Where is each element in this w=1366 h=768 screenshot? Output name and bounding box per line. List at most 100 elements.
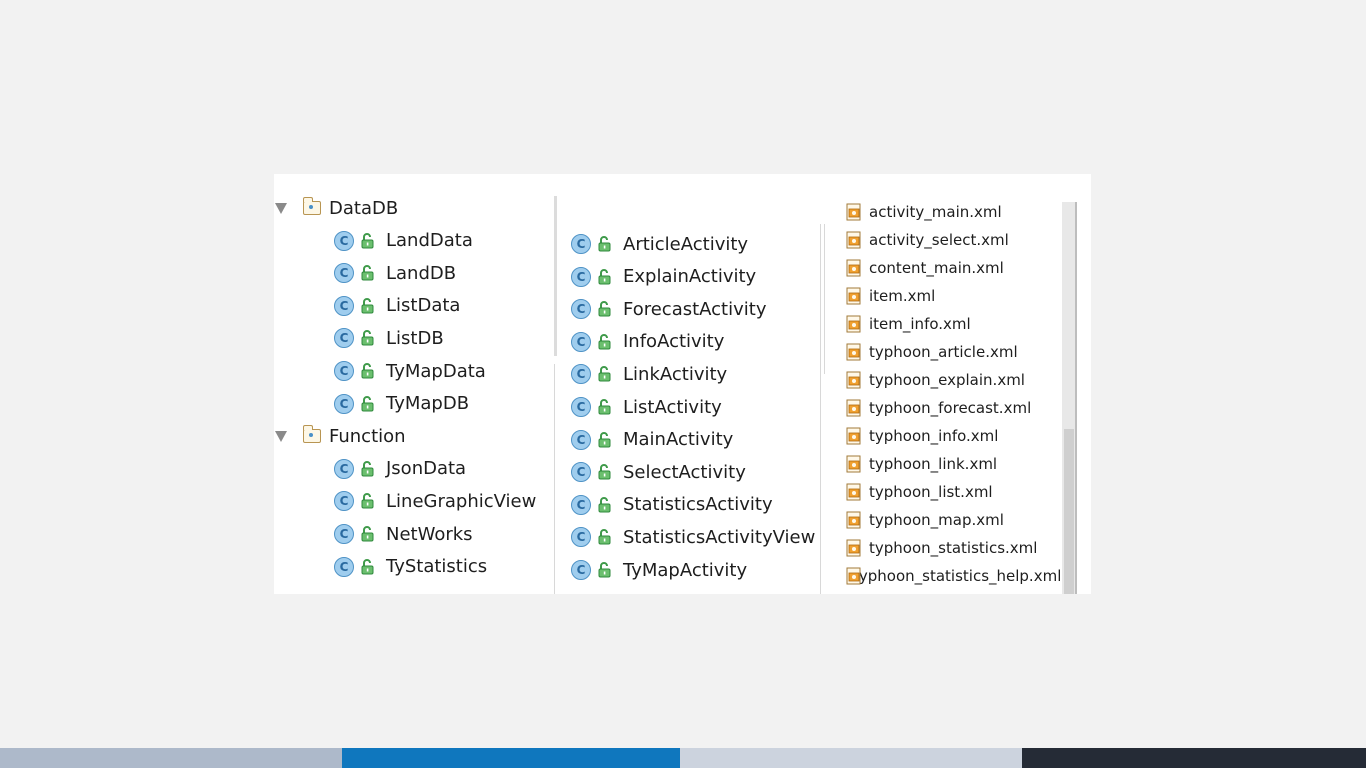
class-item[interactable]: C TyStatistics bbox=[334, 553, 487, 581]
class-name: LineGraphicView bbox=[386, 490, 537, 512]
class-icon: C bbox=[334, 458, 354, 479]
xml-file-icon bbox=[846, 483, 862, 501]
class-item[interactable]: C ArticleActivity bbox=[571, 230, 748, 258]
class-item[interactable]: C NetWorks bbox=[334, 520, 473, 548]
class-icon: C bbox=[334, 524, 354, 544]
layout-file-item[interactable]: typhoon_list.xml bbox=[846, 480, 1060, 504]
xml-file-icon bbox=[846, 203, 862, 221]
class-item[interactable]: C TyMapData bbox=[334, 357, 486, 385]
layout-file-item[interactable]: typhoon_link.xml bbox=[846, 452, 1060, 476]
class-item[interactable]: C TyMapActivity bbox=[571, 556, 747, 584]
xml-file-icon bbox=[846, 399, 862, 417]
class-item[interactable]: C SelectActivity bbox=[571, 458, 746, 486]
package-folder-icon bbox=[302, 197, 321, 215]
expand-arrow-icon[interactable] bbox=[275, 430, 287, 442]
layout-file-item[interactable]: typhoon_forecast.xml bbox=[846, 396, 1060, 420]
file-name: typhoon_map.xml bbox=[869, 511, 1004, 529]
class-name: ForecastActivity bbox=[623, 298, 767, 320]
layout-file-item[interactable]: item_info.xml bbox=[846, 312, 1060, 336]
layout-file-item[interactable]: typhoon_statistics.xml bbox=[846, 536, 1060, 560]
column-divider bbox=[1075, 202, 1077, 594]
class-icon: C bbox=[571, 494, 591, 515]
class-name: TyMapData bbox=[386, 360, 486, 382]
xml-file-icon bbox=[846, 511, 862, 529]
class-name: StatisticsActivity bbox=[623, 494, 773, 516]
unlocked-icon bbox=[360, 525, 376, 543]
class-name: JsonData bbox=[386, 458, 467, 480]
file-name: typhoon_list.xml bbox=[869, 483, 993, 501]
package-node-datadb[interactable]: DataDB bbox=[274, 194, 398, 222]
class-item[interactable]: C MainActivity bbox=[571, 426, 733, 454]
file-name: typhoon_explain.xml bbox=[869, 371, 1025, 389]
unlocked-icon bbox=[597, 235, 613, 253]
layout-file-item[interactable]: typhoon_info.xml bbox=[846, 424, 1060, 448]
expand-arrow-icon[interactable] bbox=[275, 202, 287, 214]
class-item[interactable]: C ListData bbox=[334, 292, 460, 320]
class-name: TyMapActivity bbox=[623, 559, 748, 581]
layout-file-item[interactable]: content_main.xml bbox=[846, 256, 1060, 280]
class-icon: C bbox=[334, 393, 354, 414]
class-item[interactable]: C ExplainActivity bbox=[571, 263, 756, 291]
class-item[interactable]: C LineGraphicView bbox=[334, 487, 536, 515]
class-item[interactable]: C ForecastActivity bbox=[571, 295, 766, 323]
file-name: typhoon_article.xml bbox=[869, 343, 1018, 361]
column-divider bbox=[554, 364, 555, 594]
file-name: activity_select.xml bbox=[869, 231, 1009, 249]
class-name: LandDB bbox=[386, 262, 457, 284]
unlocked-icon bbox=[597, 561, 613, 579]
file-name: typhoon_link.xml bbox=[869, 455, 998, 473]
footer-bar-segment-3 bbox=[680, 748, 1022, 768]
class-name: LandData bbox=[386, 230, 473, 252]
package-node-function[interactable]: Function bbox=[274, 422, 406, 450]
class-name: SelectActivity bbox=[623, 461, 746, 483]
layout-file-item[interactable]: typhoon_article.xml bbox=[846, 340, 1060, 364]
class-icon: C bbox=[334, 230, 354, 251]
file-name: item_info.xml bbox=[869, 315, 971, 333]
class-name: TyStatistics bbox=[386, 556, 488, 578]
project-explorer-screenshot: DataDB C LandData C LandDB C ListData C ListDB C T… bbox=[274, 174, 1091, 594]
layout-file-item[interactable]: activity_select.xml bbox=[846, 228, 1060, 252]
footer-bar-segment-2 bbox=[342, 748, 680, 768]
class-name: InfoActivity bbox=[623, 331, 725, 353]
layout-file-item[interactable]: item.xml bbox=[846, 284, 1060, 308]
class-item[interactable]: C StatisticsActivityView bbox=[571, 523, 815, 551]
class-item[interactable]: C TyMapDB bbox=[334, 390, 469, 418]
layout-file-item[interactable]: activity_main.xml bbox=[846, 200, 1060, 224]
class-item[interactable]: C StatisticsActivity bbox=[571, 491, 773, 519]
class-item[interactable]: C InfoActivity bbox=[571, 328, 724, 356]
class-icon: C bbox=[334, 556, 354, 577]
class-item[interactable]: C LandDB bbox=[334, 259, 456, 287]
class-icon: C bbox=[571, 364, 591, 385]
package-label: Function bbox=[329, 425, 406, 447]
class-name: ListActivity bbox=[623, 396, 722, 418]
class-icon: C bbox=[334, 328, 354, 349]
file-name: activity_main.xml bbox=[869, 203, 1002, 221]
footer-bar-segment-4 bbox=[1022, 748, 1366, 768]
xml-file-icon bbox=[846, 315, 862, 333]
class-item[interactable]: C ListDB bbox=[334, 324, 444, 352]
class-item[interactable]: C LinkActivity bbox=[571, 360, 727, 388]
class-name: TyMapDB bbox=[386, 393, 470, 415]
layout-file-item[interactable]: typhoon_statistics_help.xml bbox=[846, 564, 1060, 588]
class-icon: C bbox=[571, 527, 591, 548]
footer-bar-segment-1 bbox=[0, 748, 342, 768]
unlocked-icon bbox=[360, 329, 376, 347]
layout-file-item[interactable]: typhoon_explain.xml bbox=[846, 368, 1060, 392]
file-name: content_main.xml bbox=[869, 259, 1004, 277]
xml-file-icon bbox=[846, 343, 862, 361]
class-item[interactable]: C ListActivity bbox=[571, 393, 722, 421]
scrollbar-thumb[interactable] bbox=[1064, 429, 1074, 594]
unlocked-icon bbox=[597, 431, 613, 449]
unlocked-icon bbox=[597, 528, 613, 546]
class-icon: C bbox=[571, 429, 591, 450]
unlocked-icon bbox=[360, 492, 376, 510]
package-label: DataDB bbox=[329, 197, 399, 219]
file-name: typhoon_statistics.xml bbox=[869, 539, 1038, 557]
layout-file-item[interactable]: typhoon_map.xml bbox=[846, 508, 1060, 532]
file-name: item.xml bbox=[869, 287, 936, 305]
class-item[interactable]: C LandData bbox=[334, 227, 473, 255]
class-icon: C bbox=[334, 295, 354, 316]
file-name: typhoon_forecast.xml bbox=[869, 399, 1032, 417]
xml-file-icon bbox=[846, 427, 862, 445]
class-item[interactable]: C JsonData bbox=[334, 455, 466, 483]
